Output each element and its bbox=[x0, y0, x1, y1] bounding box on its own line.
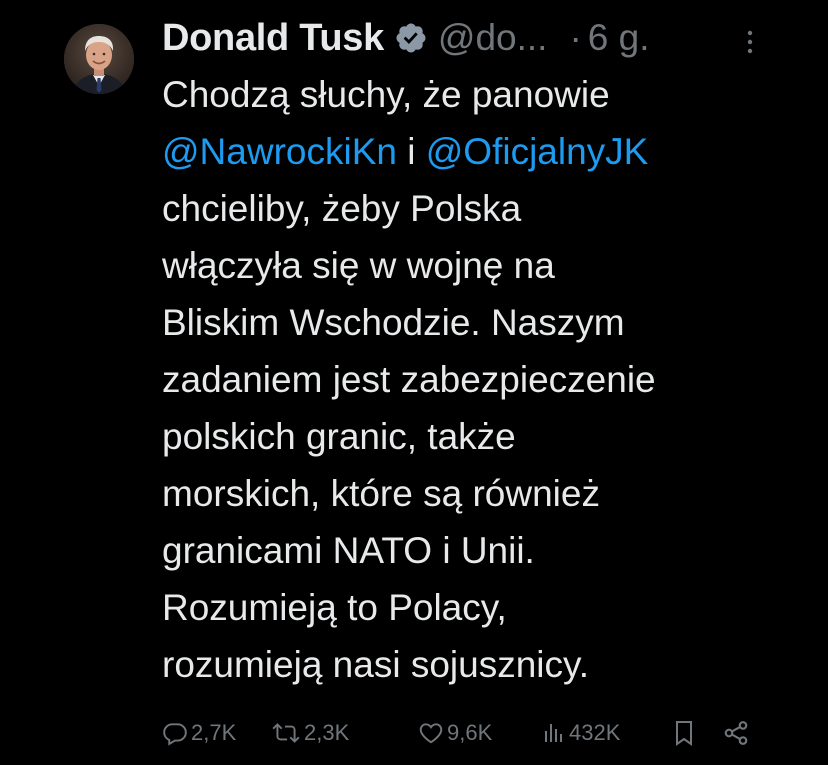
bookmark-icon bbox=[672, 719, 696, 747]
author-avatar[interactable] bbox=[64, 24, 134, 94]
tweet-line-mentions: @NawrockiKn i @OficjalnyJK bbox=[162, 123, 812, 180]
mention-link[interactable]: @OficjalnyJK bbox=[426, 131, 649, 172]
views-icon bbox=[542, 720, 566, 746]
verified-badge-icon[interactable] bbox=[394, 21, 428, 55]
repost-icon bbox=[271, 720, 301, 746]
share-button[interactable] bbox=[722, 713, 750, 753]
tweet-timestamp[interactable]: 6 g. bbox=[588, 17, 650, 59]
tweet-line: Chodzą słuchy, że panowie bbox=[162, 74, 610, 115]
reply-icon bbox=[162, 720, 188, 746]
tweet-line: zadaniem jest zabezpieczenie bbox=[162, 359, 656, 400]
views-button[interactable]: 432K bbox=[542, 713, 620, 753]
heart-icon bbox=[418, 720, 444, 746]
like-button[interactable]: 9,6K bbox=[418, 713, 492, 753]
repost-button[interactable]: 2,3K bbox=[271, 713, 349, 753]
reply-count: 2,7K bbox=[191, 720, 237, 745]
tweet-line: chcieliby, żeby Polska bbox=[162, 188, 522, 229]
tweet-line: granicami NATO i Unii. bbox=[162, 530, 535, 571]
tweet-text: Chodzą słuchy, że panowie @NawrockiKn i … bbox=[162, 66, 812, 693]
tweet[interactable]: Donald Tusk @do... · 6 g. Chodzą słuchy,… bbox=[0, 0, 828, 765]
author-handle[interactable]: @do... bbox=[438, 17, 548, 59]
reply-button[interactable]: 2,7K bbox=[162, 713, 236, 753]
author-display-name[interactable]: Donald Tusk bbox=[162, 17, 384, 60]
tweet-line-connector: i bbox=[396, 131, 426, 172]
like-count: 9,6K bbox=[447, 720, 493, 745]
tweet-line: Rozumieją to Polacy, bbox=[162, 587, 507, 628]
tweet-line: rozumieją nasi sojusznicy. bbox=[162, 644, 590, 685]
tweet-header: Donald Tusk @do... · 6 g. bbox=[162, 10, 650, 66]
share-icon bbox=[722, 719, 750, 747]
tweet-line: Bliskim Wschodzie. Naszym bbox=[162, 302, 625, 343]
views-count: 432K bbox=[569, 720, 621, 745]
repost-count: 2,3K bbox=[304, 720, 350, 745]
bookmark-button[interactable] bbox=[672, 713, 696, 753]
header-separator: · bbox=[569, 17, 582, 58]
mention-link[interactable]: @NawrockiKn bbox=[162, 131, 397, 172]
tweet-line: polskich granic, także bbox=[162, 416, 516, 457]
tweet-line: morskich, które są również bbox=[162, 473, 600, 514]
tweet-actions-bar: 2,7K 2,3K 9,6K 432K bbox=[162, 713, 762, 753]
tweet-line: włączyła się w wojnę na bbox=[162, 245, 555, 286]
more-options-icon[interactable] bbox=[742, 28, 758, 56]
